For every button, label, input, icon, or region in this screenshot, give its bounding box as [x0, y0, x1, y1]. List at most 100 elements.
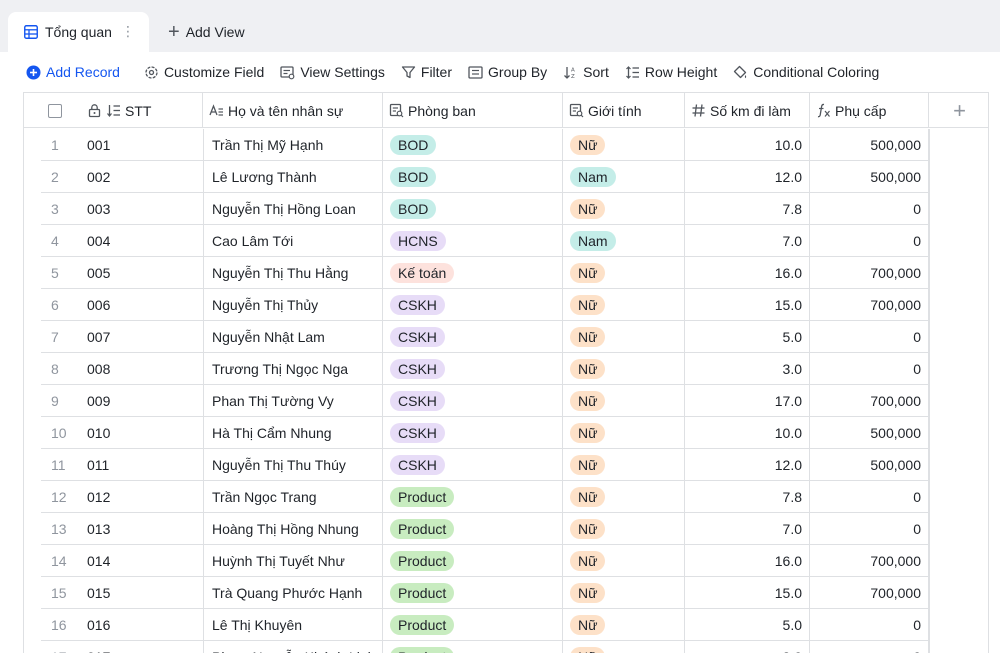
km-cell[interactable]: 3.0: [685, 641, 810, 653]
table-row[interactable]: 10 010 Hà Thị Cẩm Nhung CSKH Nữ 10.0 500,000: [24, 417, 929, 449]
pay-cell[interactable]: 0: [810, 481, 929, 513]
dept-cell[interactable]: Product: [383, 513, 563, 545]
pay-cell[interactable]: 0: [810, 193, 929, 225]
km-cell[interactable]: 7.8: [685, 193, 810, 225]
stt-cell[interactable]: 009: [86, 385, 203, 417]
column-header-gender[interactable]: Giới tính: [563, 93, 685, 128]
gender-cell[interactable]: Nữ: [563, 289, 685, 321]
km-cell[interactable]: 17.0: [685, 385, 810, 417]
dept-cell[interactable]: Product: [383, 545, 563, 577]
stt-cell[interactable]: 006: [86, 289, 203, 321]
table-row[interactable]: 14 014 Huỳnh Thị Tuyết Như Product Nữ 16.0 700…: [24, 545, 929, 577]
gender-cell[interactable]: Nữ: [563, 417, 685, 449]
stt-cell[interactable]: 016: [86, 609, 203, 641]
km-cell[interactable]: 10.0: [685, 417, 810, 449]
column-header-pay[interactable]: Phụ cấp: [810, 93, 929, 128]
add-view-button[interactable]: + Add View: [168, 22, 245, 42]
group-by-button[interactable]: Group By: [468, 60, 547, 84]
row-height-button[interactable]: Row Height: [625, 60, 717, 84]
table-row[interactable]: 11 011 Nguyễn Thị Thu Thúy CSKH Nữ 12.0 500,00…: [24, 449, 929, 481]
gender-cell[interactable]: Nữ: [563, 321, 685, 353]
pay-cell[interactable]: 500,000: [810, 129, 929, 161]
stt-cell[interactable]: 013: [86, 513, 203, 545]
table-row[interactable]: 7 007 Nguyễn Nhật Lam CSKH Nữ 5.0 0: [24, 321, 929, 353]
table-row[interactable]: 8 008 Trương Thị Ngọc Nga CSKH Nữ 3.0 0: [24, 353, 929, 385]
gender-cell[interactable]: Nữ: [563, 609, 685, 641]
pay-cell[interactable]: 0: [810, 225, 929, 257]
stt-cell[interactable]: 017: [86, 641, 203, 653]
km-cell[interactable]: 12.0: [685, 449, 810, 481]
pay-cell[interactable]: 700,000: [810, 289, 929, 321]
name-cell[interactable]: Huỳnh Thị Tuyết Như: [203, 545, 383, 577]
view-settings-button[interactable]: View Settings: [280, 60, 385, 84]
stt-cell[interactable]: 002: [86, 161, 203, 193]
dept-cell[interactable]: Product: [383, 609, 563, 641]
column-header-km[interactable]: Số km đi làm: [685, 93, 810, 128]
name-cell[interactable]: Trương Thị Ngọc Nga: [203, 353, 383, 385]
name-cell[interactable]: Hoàng Thị Hồng Nhung: [203, 513, 383, 545]
dept-cell[interactable]: Product: [383, 641, 563, 653]
dept-cell[interactable]: CSKH: [383, 321, 563, 353]
pay-cell[interactable]: 0: [810, 609, 929, 641]
km-cell[interactable]: 12.0: [685, 161, 810, 193]
table-row[interactable]: 3 003 Nguyễn Thị Hồng Loan BOD Nữ 7.8 0: [24, 193, 929, 225]
dept-cell[interactable]: BOD: [383, 129, 563, 161]
column-header-name[interactable]: Họ và tên nhân sự: [203, 93, 383, 128]
gender-cell[interactable]: Nữ: [563, 257, 685, 289]
dept-cell[interactable]: CSKH: [383, 385, 563, 417]
dept-cell[interactable]: BOD: [383, 161, 563, 193]
tab-tong-quan[interactable]: Tổng quan ⋮: [8, 12, 149, 52]
table-row[interactable]: 2 002 Lê Lương Thành BOD Nam 12.0 500,000: [24, 161, 929, 193]
stt-cell[interactable]: 001: [86, 129, 203, 161]
sort-button[interactable]: A Z Sort: [563, 60, 609, 84]
stt-cell[interactable]: 015: [86, 577, 203, 609]
gender-cell[interactable]: Nữ: [563, 353, 685, 385]
table-row[interactable]: 6 006 Nguyễn Thị Thủy CSKH Nữ 15.0 700,000: [24, 289, 929, 321]
dept-cell[interactable]: CSKH: [383, 449, 563, 481]
name-cell[interactable]: Nguyễn Thị Thu Thúy: [203, 449, 383, 481]
stt-cell[interactable]: 012: [86, 481, 203, 513]
gender-cell[interactable]: Nữ: [563, 641, 685, 653]
pay-cell[interactable]: 500,000: [810, 161, 929, 193]
name-cell[interactable]: Nguyễn Thị Hồng Loan: [203, 193, 383, 225]
name-cell[interactable]: Phạm Nguyễn Khánh Linh: [203, 641, 383, 653]
name-cell[interactable]: Trần Ngọc Trang: [203, 481, 383, 513]
add-field-button[interactable]: +: [929, 93, 988, 128]
pay-cell[interactable]: 700,000: [810, 257, 929, 289]
name-cell[interactable]: Nguyễn Nhật Lam: [203, 321, 383, 353]
name-cell[interactable]: Nguyễn Thị Thủy: [203, 289, 383, 321]
name-cell[interactable]: Nguyễn Thị Thu Hằng: [203, 257, 383, 289]
stt-cell[interactable]: 014: [86, 545, 203, 577]
stt-cell[interactable]: 003: [86, 193, 203, 225]
pay-cell[interactable]: 0: [810, 353, 929, 385]
table-row[interactable]: 1 001 Trần Thị Mỹ Hạnh BOD Nữ 10.0 500,000: [24, 129, 929, 161]
km-cell[interactable]: 16.0: [685, 545, 810, 577]
column-header-dept[interactable]: Phòng ban: [383, 93, 563, 128]
table-row[interactable]: 16 016 Lê Thị Khuyên Product Nữ 5.0 0: [24, 609, 929, 641]
name-cell[interactable]: Hà Thị Cẩm Nhung: [203, 417, 383, 449]
name-cell[interactable]: Trà Quang Phước Hạnh: [203, 577, 383, 609]
gender-cell[interactable]: Nam: [563, 161, 685, 193]
dept-cell[interactable]: CSKH: [383, 353, 563, 385]
gender-cell[interactable]: Nữ: [563, 481, 685, 513]
dept-cell[interactable]: CSKH: [383, 417, 563, 449]
pay-cell[interactable]: 500,000: [810, 449, 929, 481]
table-row[interactable]: 5 005 Nguyễn Thị Thu Hằng Kế toán Nữ 16.0 700,…: [24, 257, 929, 289]
table-row[interactable]: 4 004 Cao Lâm Tới HCNS Nam 7.0 0: [24, 225, 929, 257]
pay-cell[interactable]: 0: [810, 513, 929, 545]
select-all-checkbox[interactable]: [48, 103, 62, 118]
pay-cell[interactable]: 700,000: [810, 385, 929, 417]
km-cell[interactable]: 7.8: [685, 481, 810, 513]
km-cell[interactable]: 7.0: [685, 225, 810, 257]
gender-cell[interactable]: Nữ: [563, 545, 685, 577]
km-cell[interactable]: 10.0: [685, 129, 810, 161]
column-header-stt[interactable]: STT: [86, 93, 203, 128]
gender-cell[interactable]: Nữ: [563, 193, 685, 225]
name-cell[interactable]: Trần Thị Mỹ Hạnh: [203, 129, 383, 161]
stt-cell[interactable]: 008: [86, 353, 203, 385]
name-cell[interactable]: Lê Thị Khuyên: [203, 609, 383, 641]
table-row[interactable]: 13 013 Hoàng Thị Hồng Nhung Product Nữ 7.0 0: [24, 513, 929, 545]
dept-cell[interactable]: HCNS: [383, 225, 563, 257]
stt-cell[interactable]: 007: [86, 321, 203, 353]
gender-cell[interactable]: Nữ: [563, 449, 685, 481]
